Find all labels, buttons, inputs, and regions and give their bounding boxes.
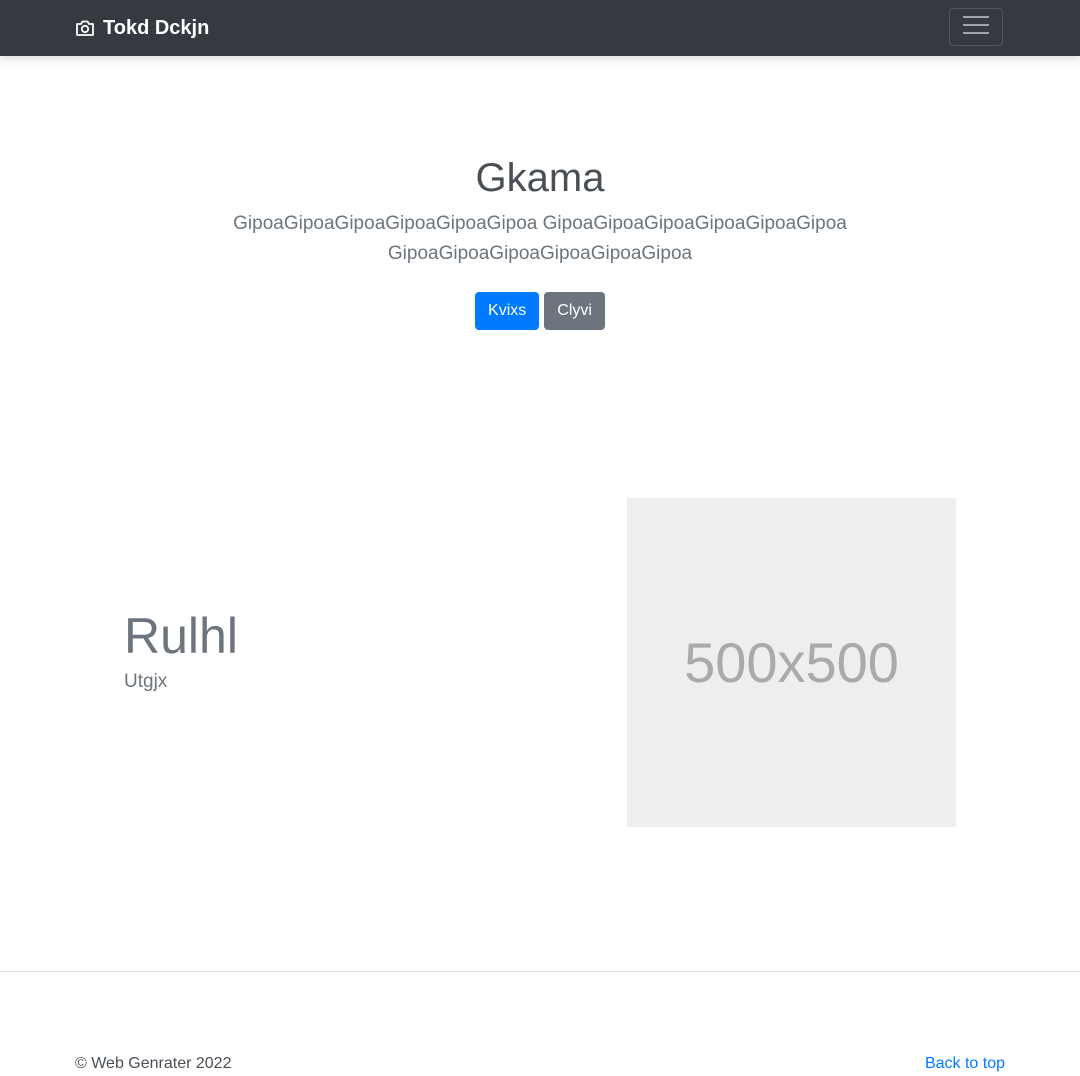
navbar-toggler-button[interactable] — [949, 8, 1003, 46]
camera-icon — [75, 19, 95, 37]
back-to-top-link[interactable]: Back to top — [925, 1055, 1005, 1073]
navbar: Tokd Dckjn — [0, 0, 1080, 56]
primary-button[interactable]: Kvixs — [475, 292, 540, 330]
hero-button-group: Kvixs Clyvi — [0, 292, 1080, 330]
image-placeholder: 500x500 — [627, 498, 956, 827]
feature-heading: Rulhl — [124, 608, 238, 664]
brand-link[interactable]: Tokd Dckjn — [75, 0, 209, 56]
brand-text: Tokd Dckjn — [103, 16, 210, 39]
feature-subheading: Utgjx — [124, 671, 168, 692]
image-placeholder-label: 500x500 — [684, 631, 899, 694]
hero-lead-text: GipoaGipoaGipoaGipoaGipoaGipoa GipoaGipo… — [233, 213, 847, 264]
secondary-button[interactable]: Clyvi — [544, 292, 605, 330]
hamburger-menu-icon — [962, 14, 990, 41]
copyright-text: © Web Genrater 2022 — [75, 1055, 232, 1072]
footer-divider — [0, 971, 1080, 972]
hero-title: Gkama — [475, 156, 605, 200]
